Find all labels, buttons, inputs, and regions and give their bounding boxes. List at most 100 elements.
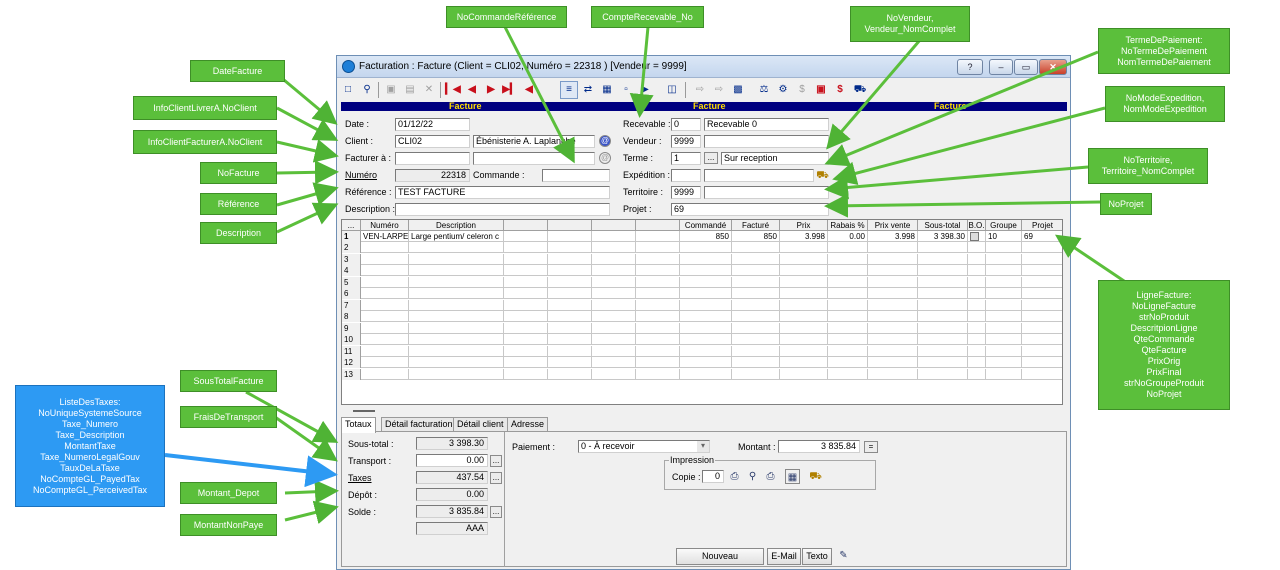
terme-name-field[interactable]: Sur reception (721, 152, 829, 165)
print-icon[interactable]: ⎙ (727, 469, 742, 484)
grid-cell[interactable] (636, 276, 680, 288)
grid-cell[interactable] (592, 311, 636, 322)
cell-prix-vente[interactable]: 3.998 (868, 231, 918, 242)
grid-cell[interactable] (986, 357, 1022, 368)
grid-cell[interactable] (592, 368, 636, 380)
grid-cell[interactable] (636, 345, 680, 357)
grid-cell[interactable] (968, 276, 986, 288)
grid-cell[interactable] (918, 288, 968, 299)
grid-cell[interactable] (918, 265, 968, 276)
grid-cell[interactable] (968, 322, 986, 334)
date-field[interactable]: 01/12/22 (395, 118, 470, 131)
copie-field[interactable]: 0 (702, 470, 724, 483)
grid-cell[interactable] (780, 322, 828, 334)
grid-header-blank-3[interactable] (592, 220, 636, 231)
close-button[interactable]: ✕ (1039, 59, 1067, 75)
grid-cell[interactable] (828, 288, 868, 299)
projet-field[interactable]: 69 (671, 203, 829, 216)
chevron-down-icon[interactable]: ▾ (697, 441, 709, 452)
expedition-name-field[interactable] (704, 169, 814, 182)
grid-header-prix[interactable]: Prix (780, 220, 828, 231)
grid-cell[interactable] (409, 311, 504, 322)
grid-cell[interactable] (680, 357, 732, 368)
grid-cell[interactable] (409, 288, 504, 299)
grid-row[interactable]: 12 (342, 357, 1062, 368)
solde-browse-button[interactable]: ... (490, 506, 502, 518)
grid-cell[interactable] (409, 345, 504, 357)
grid-cell[interactable] (504, 288, 548, 299)
grid-cell[interactable] (986, 242, 1022, 253)
terme-browse-button[interactable]: ... (704, 152, 718, 164)
reference-field[interactable]: TEST FACTURE (395, 186, 610, 199)
grid-row[interactable]: 10 (342, 334, 1062, 345)
grid-header-description[interactable]: Description (409, 220, 504, 231)
grid-cell[interactable] (680, 242, 732, 253)
grid-cell[interactable] (868, 357, 918, 368)
grid-header-rabais[interactable]: Rabais % (828, 220, 868, 231)
transfer-icon[interactable]: ⇄ (579, 81, 597, 99)
grid-cell[interactable] (986, 311, 1022, 322)
grid-cell[interactable] (828, 322, 868, 334)
grid-cell[interactable] (636, 357, 680, 368)
grid-cell[interactable] (548, 311, 592, 322)
facturer-code-field[interactable] (395, 152, 470, 165)
grid-cell[interactable] (636, 299, 680, 311)
grid-cell[interactable] (680, 299, 732, 311)
grid-cell[interactable] (592, 242, 636, 253)
grid-cell[interactable] (868, 368, 918, 380)
grid-cell[interactable] (504, 345, 548, 357)
grid-cell[interactable] (868, 276, 918, 288)
grid-cell[interactable] (680, 334, 732, 345)
grid-cell[interactable] (732, 345, 780, 357)
grid-cell[interactable] (1022, 265, 1062, 276)
email-button[interactable]: E-Mail (767, 548, 801, 565)
grid-cell[interactable] (918, 311, 968, 322)
client-lookup-icon[interactable]: @ (599, 135, 611, 147)
grid-cell[interactable] (828, 265, 868, 276)
grid-cell[interactable] (504, 253, 548, 265)
grid-cell[interactable] (680, 322, 732, 334)
grid-cell[interactable] (918, 299, 968, 311)
grid-cell[interactable] (680, 253, 732, 265)
montant-field[interactable]: 3 835.84 (778, 440, 860, 453)
grid-cell[interactable] (636, 322, 680, 334)
transport-browse-button[interactable]: ... (490, 455, 502, 467)
grid-cell[interactable] (592, 345, 636, 357)
grid-cell[interactable] (732, 276, 780, 288)
grid-cell[interactable] (361, 334, 409, 345)
grid-cell[interactable] (504, 334, 548, 345)
grid-cell[interactable] (732, 253, 780, 265)
grid-cell[interactable] (732, 334, 780, 345)
calc-icon[interactable]: ▦ (598, 81, 616, 99)
grid-cell[interactable] (1022, 369, 1062, 380)
grid-cell[interactable] (986, 345, 1022, 357)
equals-button[interactable]: = (864, 441, 878, 453)
history-icon[interactable]: ▩ (729, 81, 747, 99)
grid-cell[interactable] (504, 265, 548, 276)
grid-cell[interactable] (636, 311, 680, 322)
grid-cell[interactable] (361, 322, 409, 334)
grid-cell[interactable] (868, 311, 918, 322)
grid-cell[interactable] (361, 265, 409, 276)
grid-header-selector[interactable]: ... (342, 220, 361, 231)
invoice-lines-grid[interactable]: ... Numéro Description Commandé Facturé … (341, 219, 1063, 405)
commande-field[interactable] (542, 169, 610, 182)
delete-icon[interactable]: ✕ (420, 81, 438, 99)
grid-cell[interactable] (680, 368, 732, 380)
import-icon[interactable]: ⇨ (691, 81, 709, 99)
description-field[interactable] (395, 203, 610, 216)
grid-cell[interactable] (986, 253, 1022, 265)
grid-cell[interactable] (918, 334, 968, 345)
grid-cell[interactable] (1022, 288, 1062, 299)
cell-numero[interactable]: VEN-LARPE (361, 231, 409, 242)
grid-cell[interactable] (968, 265, 986, 276)
grid-cell[interactable] (732, 299, 780, 311)
grid-row[interactable]: 4 (342, 265, 1062, 276)
grid-cell[interactable] (680, 276, 732, 288)
grid-cell[interactable] (636, 288, 680, 299)
grid-cell[interactable] (780, 345, 828, 357)
cell-commande[interactable]: 850 (680, 231, 732, 242)
grid-cell[interactable] (548, 276, 592, 288)
grid-cell[interactable] (732, 368, 780, 380)
grid-cell[interactable] (592, 253, 636, 265)
